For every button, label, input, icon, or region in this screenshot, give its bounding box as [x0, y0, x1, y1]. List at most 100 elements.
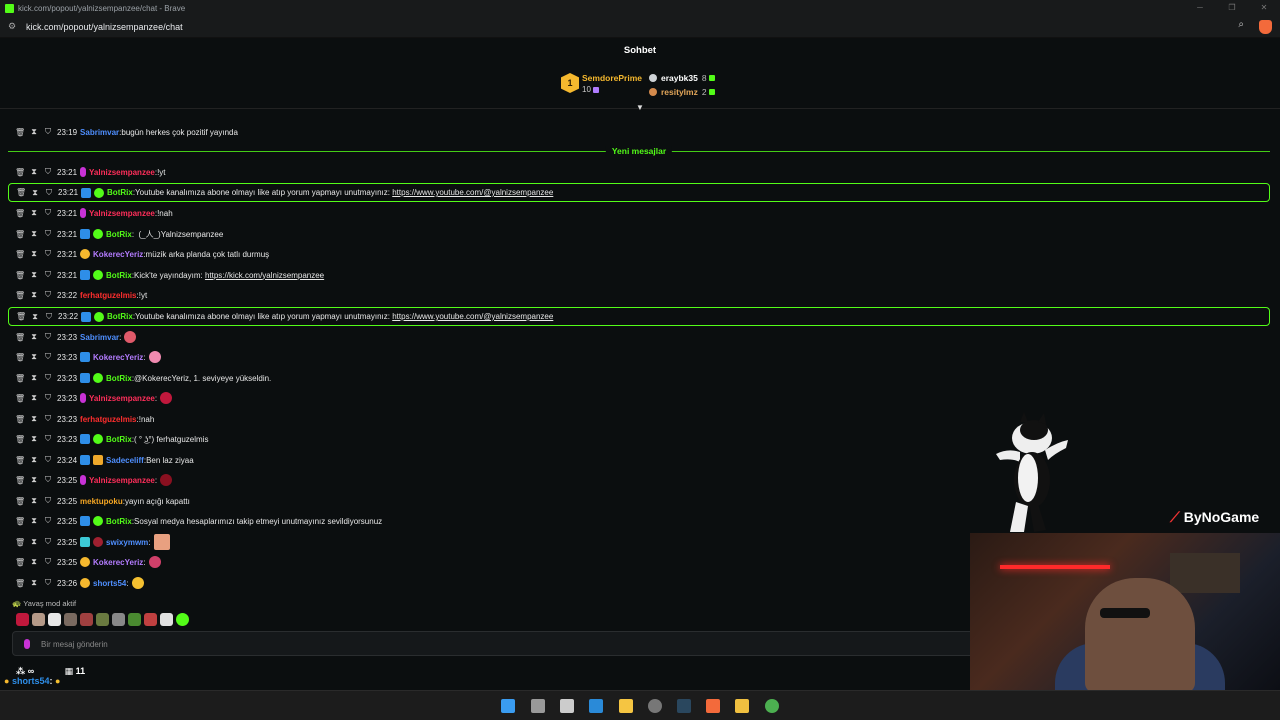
message-username[interactable]: BotRix — [107, 312, 133, 321]
ban-icon[interactable]: ⛉ — [43, 496, 53, 506]
message-username[interactable]: BotRix — [106, 374, 132, 383]
message-username[interactable]: ferhatguzelmis — [80, 415, 136, 424]
ban-icon[interactable]: ⛉ — [43, 475, 53, 485]
message-username[interactable]: BotRix — [107, 188, 133, 197]
ban-icon[interactable]: ⛉ — [43, 578, 53, 588]
ban-icon[interactable]: ⛉ — [43, 208, 53, 218]
timeout-icon[interactable]: ⧗ — [29, 578, 39, 588]
message-link[interactable]: https://www.youtube.com/@yalnizsempanzee — [392, 188, 553, 197]
ban-icon[interactable]: ⛉ — [43, 127, 53, 137]
leaderboard-second[interactable]: eraybk35 8 — [649, 71, 715, 85]
timeout-icon[interactable]: ⧗ — [29, 127, 39, 137]
delete-icon[interactable]: 🗑 — [15, 333, 25, 342]
emote-icon[interactable] — [176, 613, 189, 626]
chat-input[interactable] — [41, 636, 941, 652]
ban-icon[interactable]: ⛉ — [43, 167, 53, 177]
emote-icon[interactable] — [32, 613, 45, 626]
ban-icon[interactable]: ⛉ — [43, 434, 53, 444]
file-explorer-icon[interactable] — [619, 699, 633, 713]
timeout-icon[interactable]: ⧗ — [30, 188, 40, 198]
delete-icon[interactable]: 🗑 — [15, 168, 25, 177]
snipping-tool-icon[interactable] — [560, 699, 574, 713]
ban-icon[interactable]: ⛉ — [43, 352, 53, 362]
timeout-icon[interactable]: ⧗ — [29, 475, 39, 485]
brave-browser-icon[interactable] — [706, 699, 720, 713]
search-icon[interactable]: ⌕ — [1238, 19, 1244, 30]
message-username[interactable]: Yalnizsempanzee — [89, 394, 155, 403]
ban-icon[interactable]: ⛉ — [44, 188, 54, 198]
ban-icon[interactable]: ⛉ — [43, 516, 53, 526]
delete-icon[interactable]: 🗑 — [15, 435, 25, 444]
url-text[interactable]: kick.com/popout/yalnizsempanzee/chat — [26, 22, 183, 32]
ban-icon[interactable]: ⛉ — [43, 290, 53, 300]
message-username[interactable]: shorts54 — [93, 579, 126, 588]
timeout-icon[interactable]: ⧗ — [29, 516, 39, 526]
delete-icon[interactable]: 🗑 — [15, 250, 25, 259]
timeout-icon[interactable]: ⧗ — [29, 270, 39, 280]
emote-icon[interactable] — [160, 613, 173, 626]
ban-icon[interactable]: ⛉ — [43, 270, 53, 280]
timeout-icon[interactable]: ⧗ — [29, 557, 39, 567]
message-username[interactable]: KokerecYeriz — [93, 558, 143, 567]
emote-icon[interactable] — [16, 613, 29, 626]
emote-icon[interactable] — [64, 613, 77, 626]
message-username[interactable]: BotRix — [106, 517, 132, 526]
timeout-icon[interactable]: ⧗ — [29, 455, 39, 465]
timeout-icon[interactable]: ⧗ — [29, 414, 39, 424]
message-username[interactable]: Sabrimvar — [80, 333, 119, 342]
message-username[interactable]: KokerecYeriz — [93, 353, 143, 362]
message-username[interactable]: Yalnizsempanzee — [89, 209, 155, 218]
message-username[interactable]: Sabrimvar — [80, 128, 119, 137]
photos-icon[interactable] — [589, 699, 603, 713]
timeout-icon[interactable]: ⧗ — [29, 290, 39, 300]
timeout-icon[interactable]: ⧗ — [29, 434, 39, 444]
delete-icon[interactable]: 🗑 — [16, 188, 26, 197]
ban-icon[interactable]: ⛉ — [43, 393, 53, 403]
delete-icon[interactable]: 🗑 — [15, 209, 25, 218]
message-username[interactable]: Sadeceliff — [106, 456, 144, 465]
ban-icon[interactable]: ⛉ — [43, 332, 53, 342]
obs-icon[interactable] — [648, 699, 662, 713]
delete-icon[interactable]: 🗑 — [15, 128, 25, 137]
message-username[interactable]: KokerecYeriz — [93, 250, 143, 259]
message-username[interactable]: BotRix — [106, 271, 132, 280]
timeout-icon[interactable]: ⧗ — [29, 537, 39, 547]
delete-icon[interactable]: 🗑 — [15, 558, 25, 567]
timeout-icon[interactable]: ⧗ — [29, 249, 39, 259]
task-view-icon[interactable] — [531, 699, 545, 713]
timeout-icon[interactable]: ⧗ — [29, 332, 39, 342]
timeout-icon[interactable]: ⧗ — [29, 167, 39, 177]
timeout-icon[interactable]: ⧗ — [29, 496, 39, 506]
message-username[interactable]: Yalnizsempanzee — [89, 168, 155, 177]
emote-icon[interactable] — [80, 613, 93, 626]
close-button[interactable]: ✕ — [1248, 0, 1280, 16]
ban-icon[interactable]: ⛉ — [43, 249, 53, 259]
footer-user[interactable]: ● shorts54: ● — [4, 676, 60, 686]
chat-message-list[interactable]: 🗑 ⧗ ⛉ 23:19 Sabrimvar: bugün herkes çok po… — [0, 110, 1280, 596]
message-username[interactable]: Yalnizsempanzee — [89, 476, 155, 485]
timeout-icon[interactable]: ⧗ — [29, 229, 39, 239]
message-username[interactable]: mektupoku — [80, 497, 123, 506]
ban-icon[interactable]: ⛉ — [43, 229, 53, 239]
timeout-icon[interactable]: ⧗ — [29, 393, 39, 403]
ban-icon[interactable]: ⛉ — [43, 373, 53, 383]
ban-icon[interactable]: ⛉ — [43, 537, 53, 547]
delete-icon[interactable]: 🗑 — [15, 291, 25, 300]
ban-icon[interactable]: ⛉ — [43, 414, 53, 424]
timeout-icon[interactable]: ⧗ — [29, 373, 39, 383]
site-info-icon[interactable]: ⚙ — [8, 21, 18, 32]
emote-icon[interactable] — [48, 613, 61, 626]
delete-icon[interactable]: 🗑 — [15, 415, 25, 424]
timeout-icon[interactable]: ⧗ — [30, 312, 40, 322]
minimize-button[interactable]: ─ — [1184, 0, 1216, 16]
message-username[interactable]: BotRix — [106, 230, 132, 239]
delete-icon[interactable]: 🗑 — [15, 579, 25, 588]
app-icon[interactable] — [735, 699, 749, 713]
delete-icon[interactable]: 🗑 — [15, 517, 25, 526]
delete-icon[interactable]: 🗑 — [15, 374, 25, 383]
ban-icon[interactable]: ⛉ — [44, 312, 54, 322]
delete-icon[interactable]: 🗑 — [15, 538, 25, 547]
timeout-icon[interactable]: ⧗ — [29, 352, 39, 362]
maximize-button[interactable]: ❐ — [1216, 0, 1248, 16]
emote-icon[interactable] — [144, 613, 157, 626]
